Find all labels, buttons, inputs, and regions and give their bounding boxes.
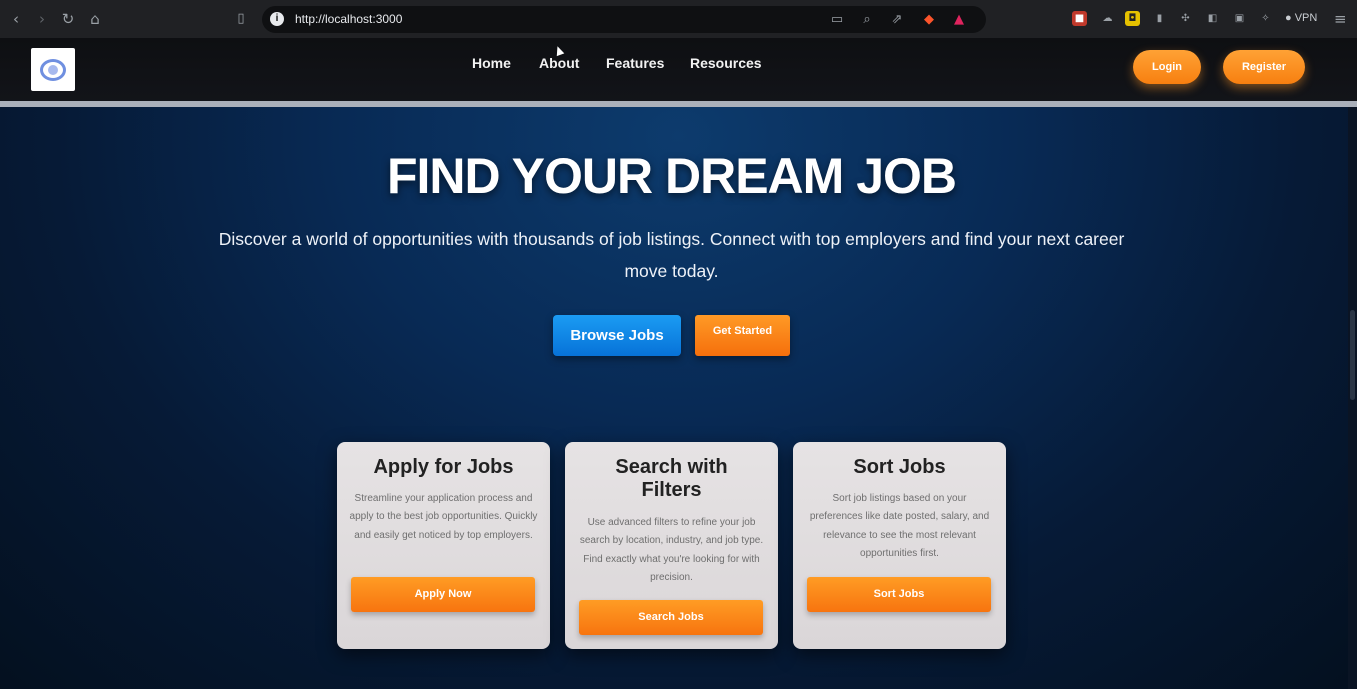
scrollbar-thumb[interactable] (1350, 310, 1355, 400)
bookmark-icon[interactable]: ▯ (231, 9, 251, 29)
apply-now-button[interactable]: Apply Now (351, 577, 535, 612)
forward-icon[interactable]: › (32, 9, 52, 29)
reload-icon[interactable]: ↻ (58, 9, 78, 29)
hero-subtitle: Discover a world of opportunities with t… (218, 229, 1125, 281)
register-button[interactable]: Register (1223, 50, 1305, 84)
feature-card-search: Search with Filters Use advanced filters… (565, 442, 778, 649)
feature-card-sort: Sort Jobs Sort job listings based on you… (793, 442, 1006, 649)
hero-title: FIND YOUR DREAM JOB (386, 148, 957, 204)
nav-resources[interactable]: Resources (690, 55, 762, 71)
back-icon[interactable]: ‹ (6, 9, 26, 29)
menu-icon[interactable]: ≡ (1334, 10, 1347, 28)
nav-home[interactable]: Home (472, 55, 511, 71)
share-icon[interactable]: ⇗ (888, 11, 906, 29)
logo-icon (40, 58, 66, 81)
sort-jobs-button[interactable]: Sort Jobs (807, 577, 991, 612)
vpn-button[interactable]: ● VPN (1285, 12, 1317, 24)
zoom-icon[interactable]: ⌕ (858, 11, 876, 29)
card-title: Apply for Jobs (373, 456, 514, 478)
brave-shield-icon[interactable]: ◆ (920, 11, 938, 29)
card-title: Search with Filters (615, 456, 728, 501)
feature-card-apply: Apply for Jobs Streamline your applicati… (337, 442, 550, 649)
cast-icon[interactable]: ▭ (828, 11, 846, 29)
url-text[interactable]: http://localhost:3000 (295, 12, 402, 26)
card-text: Use advanced filters to refine your job … (579, 517, 764, 583)
card-title: Sort Jobs (853, 456, 946, 478)
address-bar[interactable]: i http://localhost:3000 ▭ ⌕ ⇗ ◆ ▲ (262, 6, 986, 33)
hero-section: FIND YOUR DREAM JOB Discover a world of … (0, 107, 1357, 689)
home-icon[interactable]: ⌂ (85, 9, 105, 29)
card-text: Streamline your application process and … (349, 493, 538, 541)
nav-about[interactable]: About (539, 55, 579, 71)
browse-jobs-button[interactable]: Browse Jobs (553, 315, 681, 356)
extension-icon[interactable]: ■ (1072, 11, 1087, 26)
extension-icon[interactable]: ▮ (1152, 11, 1167, 26)
extension-icon[interactable]: ✧ (1258, 11, 1273, 26)
site-logo[interactable] (31, 48, 75, 91)
browser-toolbar: ‹ › ↻ ⌂ ▯ i http://localhost:3000 ▭ ⌕ ⇗ … (0, 0, 1357, 38)
vpn-label: VPN (1294, 12, 1318, 24)
login-button[interactable]: Login (1133, 50, 1201, 84)
site-header: Home About Features Resources Login Regi… (0, 38, 1357, 102)
nav-features[interactable]: Features (606, 55, 664, 71)
search-jobs-button[interactable]: Search Jobs (579, 600, 763, 635)
rewards-icon[interactable]: ▲ (950, 11, 968, 29)
sidebar-icon[interactable]: ◧ (1205, 11, 1220, 26)
wallet-icon[interactable]: ▣ (1232, 11, 1247, 26)
puzzle-icon[interactable]: ✣ (1178, 11, 1193, 26)
info-icon[interactable]: i (270, 12, 284, 26)
card-text: Sort job listings based on your preferen… (809, 493, 990, 559)
extension-icon[interactable]: ☁ (1100, 11, 1115, 26)
vpn-dot-icon: ● (1285, 12, 1295, 24)
extension-icon[interactable]: ◘ (1125, 11, 1140, 26)
get-started-button[interactable]: Get Started (695, 315, 790, 356)
